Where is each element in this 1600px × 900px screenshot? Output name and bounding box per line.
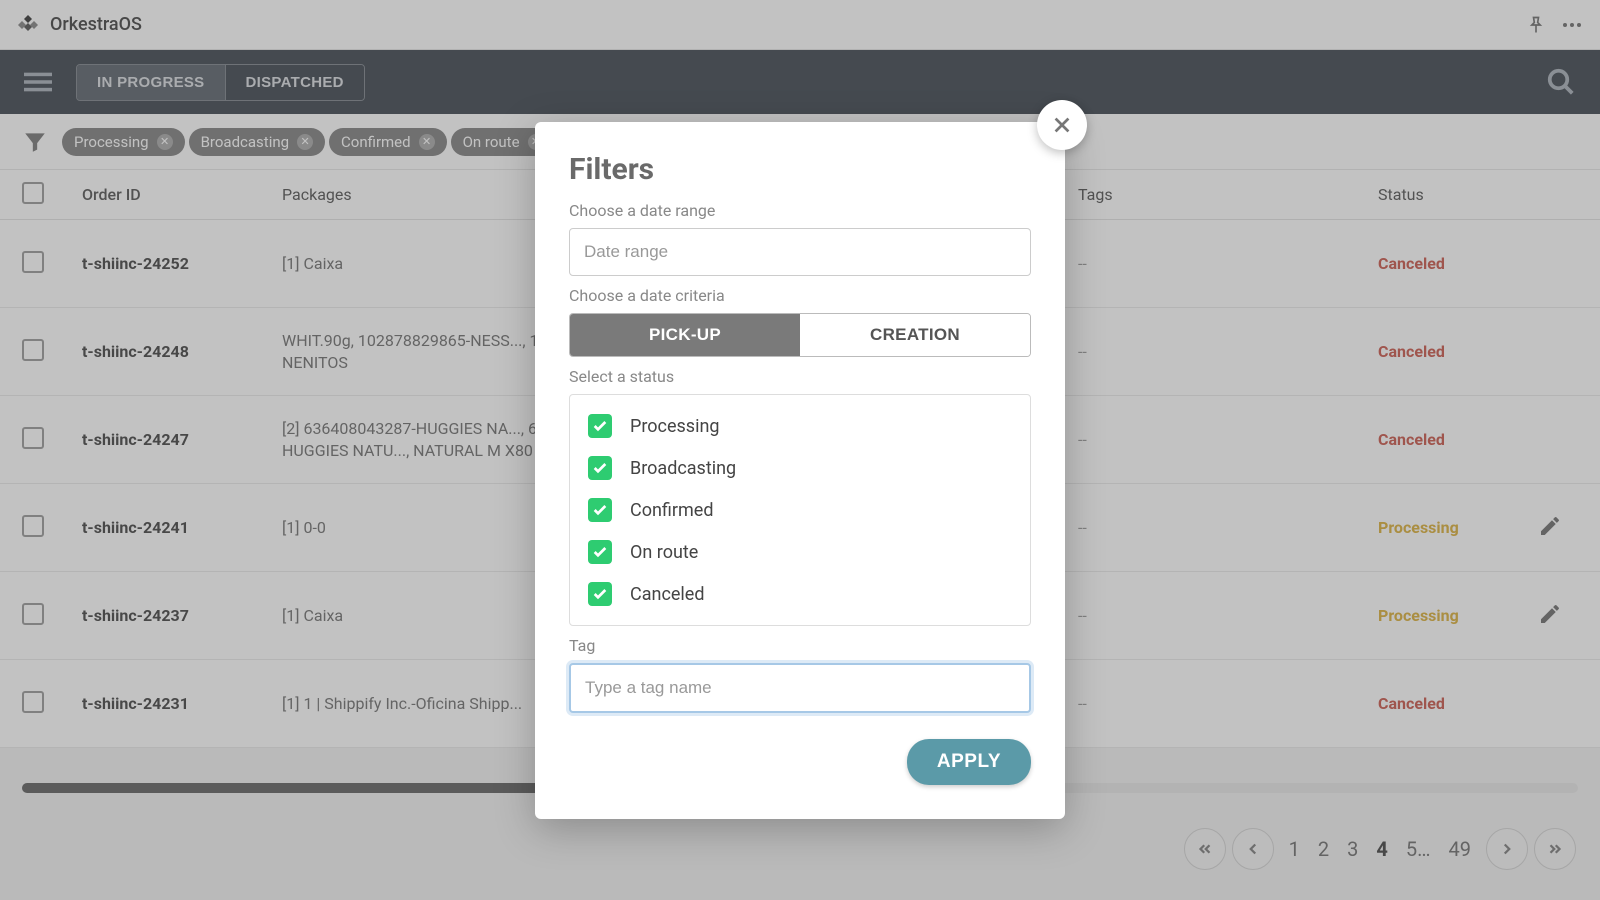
status-checkbox[interactable] (588, 498, 612, 522)
date-range-label: Choose a date range (569, 201, 1031, 220)
status-label: Select a status (569, 367, 1031, 386)
close-icon (1051, 114, 1073, 136)
apply-button[interactable]: APPLY (907, 739, 1031, 785)
status-checkbox[interactable] (588, 540, 612, 564)
criteria-creation-button[interactable]: CREATION (800, 314, 1030, 356)
tag-label: Tag (569, 636, 1031, 655)
status-option[interactable]: On route (588, 531, 1012, 573)
status-option[interactable]: Broadcasting (588, 447, 1012, 489)
filters-modal: Filters Choose a date range Choose a dat… (535, 122, 1065, 819)
status-option[interactable]: Processing (588, 405, 1012, 447)
status-option[interactable]: Confirmed (588, 489, 1012, 531)
status-checkbox[interactable] (588, 456, 612, 480)
status-option-label: Broadcasting (630, 458, 736, 479)
date-criteria-toggle: PICK-UP CREATION (569, 313, 1031, 357)
status-option-label: Confirmed (630, 500, 713, 521)
status-option[interactable]: Canceled (588, 573, 1012, 615)
status-option-label: Canceled (630, 584, 705, 605)
close-button[interactable] (1037, 100, 1087, 150)
status-checkbox[interactable] (588, 414, 612, 438)
tag-input[interactable] (569, 663, 1031, 713)
criteria-pickup-button[interactable]: PICK-UP (570, 314, 800, 356)
date-criteria-label: Choose a date criteria (569, 286, 1031, 305)
status-list: Processing Broadcasting Confirmed On route C… (569, 394, 1031, 626)
modal-overlay[interactable]: Filters Choose a date range Choose a dat… (0, 0, 1600, 900)
status-checkbox[interactable] (588, 582, 612, 606)
status-option-label: Processing (630, 416, 720, 437)
modal-title: Filters (569, 152, 1031, 187)
status-option-label: On route (630, 542, 698, 563)
date-range-input[interactable] (569, 228, 1031, 276)
